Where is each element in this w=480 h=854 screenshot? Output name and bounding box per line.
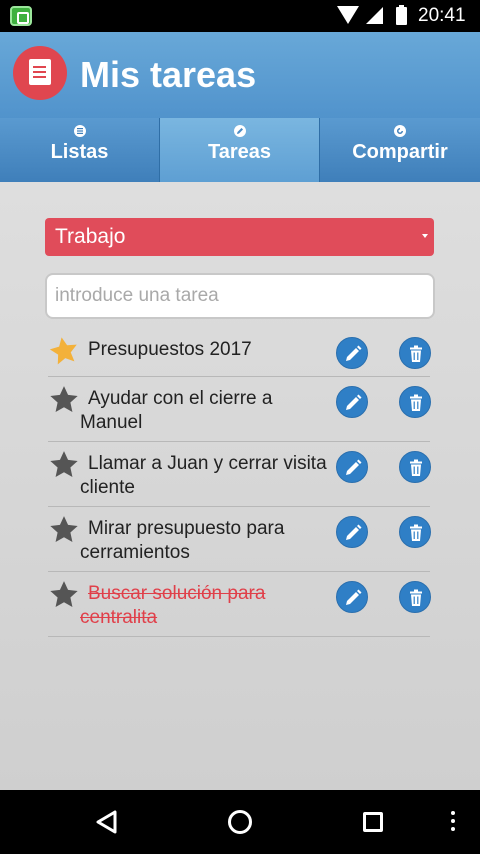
status-time: 20:41 — [418, 5, 466, 26]
tab-listas[interactable]: Listas — [0, 118, 160, 182]
task-item[interactable]: Llamar a Juan y cerrar visita cliente — [48, 442, 431, 507]
chevron-down-icon — [422, 234, 428, 238]
task-list: Presupuestos 2017 Ayudar con el cierre a … — [48, 328, 431, 637]
trash-icon — [410, 394, 422, 411]
task-item[interactable]: Presupuestos 2017 — [48, 328, 431, 377]
wifi-icon — [337, 6, 359, 24]
edit-task-button[interactable] — [336, 581, 368, 613]
star-icon[interactable] — [48, 579, 80, 616]
battery-icon — [396, 5, 407, 25]
tab-bar: Listas Tareas Compartir — [0, 118, 480, 182]
app-header: Mis tareas — [0, 32, 480, 118]
back-icon[interactable] — [95, 810, 119, 839]
trash-icon — [410, 345, 422, 362]
app-notification-icon — [10, 6, 32, 26]
overflow-menu-icon[interactable] — [451, 811, 455, 815]
status-bar: 20:41 — [0, 0, 480, 32]
main-content: Trabajo Presupuestos 2017 Ayudar con el c… — [0, 182, 480, 790]
home-icon[interactable] — [228, 810, 252, 834]
pencil-icon — [233, 125, 246, 137]
edit-task-button[interactable] — [336, 451, 368, 483]
pencil-icon — [346, 394, 362, 410]
pencil-icon — [346, 524, 362, 540]
trash-icon — [410, 524, 422, 541]
edit-task-button[interactable] — [336, 516, 368, 548]
star-icon[interactable] — [48, 384, 80, 421]
navigation-bar — [0, 790, 480, 854]
delete-task-button[interactable] — [399, 581, 431, 613]
trash-icon — [410, 589, 422, 606]
tab-label: Tareas — [207, 141, 271, 163]
task-input[interactable] — [45, 273, 435, 319]
pencil-icon — [346, 345, 362, 361]
star-filled-icon[interactable] — [48, 335, 80, 372]
recents-icon[interactable] — [363, 812, 383, 832]
delete-task-button[interactable] — [399, 516, 431, 548]
task-item[interactable]: Ayudar con el cierre a Manuel — [48, 377, 431, 442]
edit-task-button[interactable] — [336, 337, 368, 369]
tab-compartir[interactable]: Compartir — [320, 118, 480, 182]
task-text: Ayudar con el cierre a Manuel — [80, 388, 273, 433]
task-text: Presupuestos 2017 — [88, 339, 252, 360]
share-icon — [394, 125, 406, 137]
list-select-value: Trabajo — [55, 225, 126, 248]
task-text: Llamar a Juan y cerrar visita cliente — [80, 453, 327, 498]
star-icon[interactable] — [48, 449, 80, 486]
notepad-pencil-icon — [13, 46, 67, 100]
list-icon — [73, 125, 86, 137]
delete-task-button[interactable] — [399, 337, 431, 369]
signal-icon — [366, 7, 383, 24]
star-icon[interactable] — [48, 514, 80, 551]
edit-task-button[interactable] — [336, 386, 368, 418]
task-item[interactable]: Mirar presupuesto para cerramientos — [48, 507, 431, 572]
tab-label: Compartir — [352, 141, 448, 163]
page-title: Mis tareas — [80, 54, 257, 95]
delete-task-button[interactable] — [399, 451, 431, 483]
tab-label: Listas — [50, 141, 109, 163]
delete-task-button[interactable] — [399, 386, 431, 418]
trash-icon — [410, 459, 422, 476]
task-text: Mirar presupuesto para cerramientos — [80, 518, 285, 563]
task-item[interactable]: Buscar solución para centralita — [48, 572, 431, 637]
task-text: Buscar solución para centralita — [80, 583, 266, 628]
pencil-icon — [346, 589, 362, 605]
pencil-icon — [346, 459, 362, 475]
tab-tareas[interactable]: Tareas — [160, 118, 320, 182]
list-select[interactable]: Trabajo — [45, 218, 434, 256]
